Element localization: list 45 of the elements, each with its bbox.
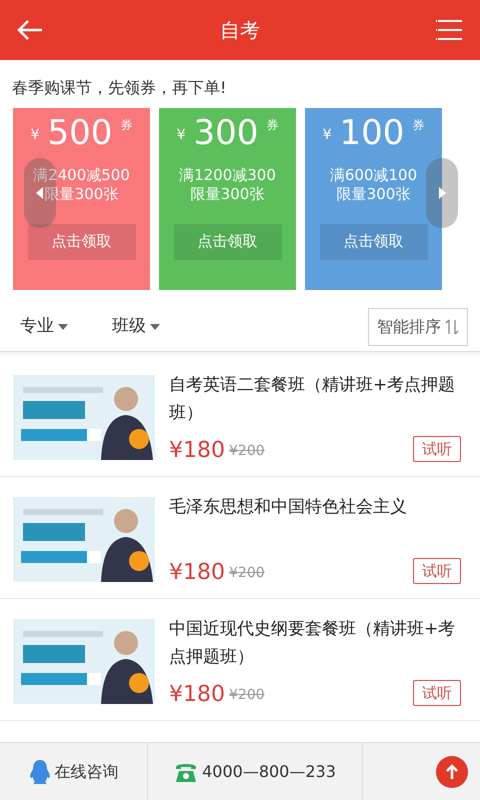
coupon-unit: 券 bbox=[120, 117, 132, 134]
claim-button[interactable]: 点击领取 bbox=[28, 224, 136, 260]
caret-icon bbox=[150, 324, 160, 330]
sort-icon bbox=[445, 318, 459, 334]
claim-button[interactable]: 点击领取 bbox=[174, 224, 282, 260]
trial-button[interactable]: 试听 bbox=[413, 436, 461, 462]
course-title: 自考英语二套餐班（精讲班+考点押题班） bbox=[169, 374, 456, 425]
course-title: 毛泽东思想和中国特色社会主义 bbox=[169, 496, 408, 519]
original-price: ¥200 bbox=[229, 686, 265, 705]
coupon-amount: 500 bbox=[48, 116, 112, 150]
coupon-condition: 满1200减300 bbox=[179, 166, 276, 185]
coupon-condition: 满600减100 bbox=[330, 166, 418, 185]
back-icon[interactable] bbox=[16, 19, 44, 41]
page-title: 自考 bbox=[220, 17, 260, 44]
penguin-icon bbox=[28, 758, 50, 784]
coupon-unit: 券 bbox=[412, 117, 424, 134]
currency-symbol: ¥ bbox=[322, 126, 332, 145]
coupon-limit: 限量300张 bbox=[44, 184, 118, 204]
course-title: 中国近现代史纲要套餐班（精讲班+考点押题班） bbox=[169, 618, 456, 669]
trial-button[interactable]: 试听 bbox=[413, 680, 461, 706]
menu-icon[interactable] bbox=[436, 19, 464, 41]
filter-dropdown[interactable]: 班级 bbox=[112, 314, 160, 340]
coupon-amount: 100 bbox=[340, 116, 404, 150]
course-price: ¥180 bbox=[169, 684, 225, 706]
coupon-limit: 限量300张 bbox=[190, 184, 264, 204]
consult-button[interactable]: 在线咨询 bbox=[0, 743, 148, 800]
trial-button[interactable]: 试听 bbox=[413, 558, 461, 584]
original-price: ¥200 bbox=[229, 442, 265, 461]
course-price: ¥180 bbox=[169, 440, 225, 462]
claim-button[interactable]: 点击领取 bbox=[320, 224, 428, 260]
coupon-amount: 300 bbox=[194, 116, 258, 150]
coupon-limit: 限量300张 bbox=[336, 184, 410, 204]
currency-symbol: ¥ bbox=[30, 126, 40, 145]
filter-dropdown[interactable]: 专业 bbox=[20, 314, 68, 340]
currency-symbol: ¥ bbox=[176, 126, 186, 145]
original-price: ¥200 bbox=[229, 564, 265, 583]
sort-button[interactable]: 智能排序 bbox=[368, 308, 468, 346]
back-to-top-button[interactable] bbox=[436, 756, 468, 788]
coupon-unit: 券 bbox=[266, 117, 278, 134]
coupon-condition: 满2400减500 bbox=[33, 166, 130, 185]
promo-text: 春季购课节，先领券，再下单! bbox=[12, 78, 226, 97]
up-arrow-icon bbox=[446, 764, 458, 780]
caret-icon bbox=[58, 324, 68, 330]
phone-button[interactable]: 4000—800—233 bbox=[148, 743, 363, 800]
course-price: ¥180 bbox=[169, 562, 225, 584]
